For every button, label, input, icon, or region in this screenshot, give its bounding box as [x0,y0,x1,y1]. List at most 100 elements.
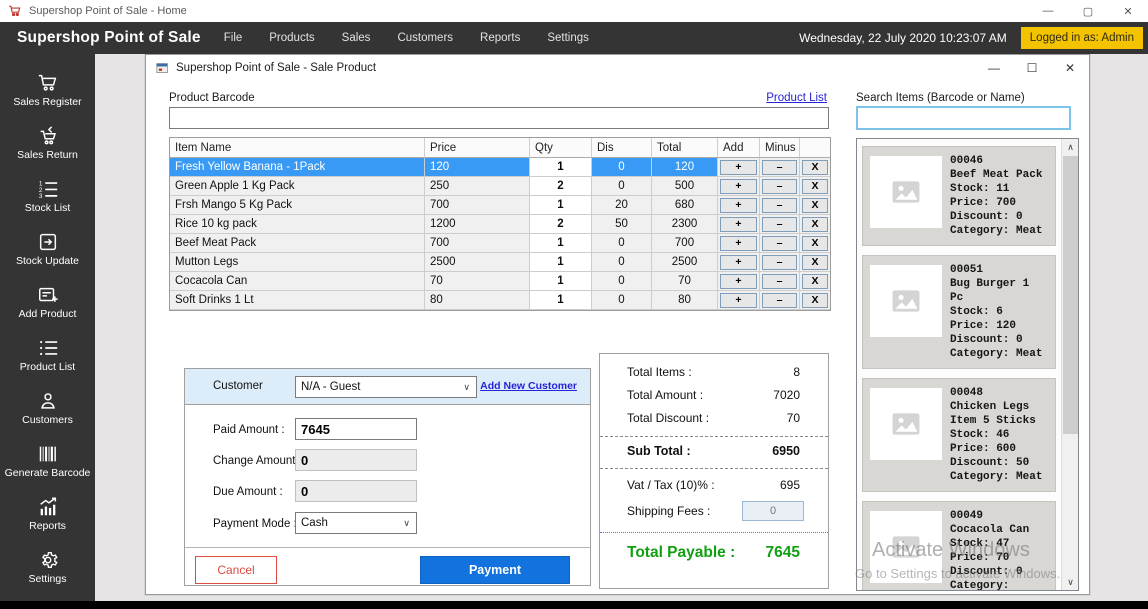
paid-amount-input[interactable] [295,418,417,440]
menu-item[interactable]: Reports [480,32,520,44]
sale-minimize-button[interactable]: — [975,55,1013,81]
table-row[interactable]: Frsh Mango 5 Kg Pack 700 1 20 680 + – X [170,196,830,215]
scroll-down-icon[interactable]: ∨ [1062,574,1079,590]
qty-cell[interactable]: 1 [530,291,592,310]
cancel-button[interactable]: Cancel [195,556,277,584]
minimize-button[interactable]: — [1028,0,1068,22]
sidebar-item-reports[interactable]: Reports [0,487,95,540]
remove-item-button[interactable]: X [802,179,828,194]
sidebar-item-sales-register[interactable]: Sales Register [0,63,95,116]
table-row[interactable]: Cocacola Can 70 1 0 70 + – X [170,272,830,291]
sale-maximize-button[interactable]: ☐ [1013,55,1051,81]
add-qty-button[interactable]: + [720,293,757,308]
scroll-up-icon[interactable]: ∧ [1062,139,1079,155]
menu-item[interactable]: File [224,32,243,44]
remove-item-button[interactable]: X [802,160,828,175]
total-cell: 70 [652,272,718,291]
bullet-list-icon [37,337,59,359]
list-scrollbar[interactable]: ∧ ∨ [1061,139,1078,590]
close-button[interactable]: ✕ [1108,0,1148,22]
add-qty-button[interactable]: + [720,274,757,289]
table-row[interactable]: Green Apple 1 Kg Pack 250 2 0 500 + – X [170,177,830,196]
vat-tax-label: Vat / Tax (10)% : [627,478,715,492]
window-title: Supershop Point of Sale - Home [29,5,187,17]
sale-window-titlebar: Supershop Point of Sale - Sale Product —… [146,55,1089,81]
payment-panel: Customer N/A - Guest ∨ Add New Customer … [184,368,591,586]
qty-cell[interactable]: 1 [530,234,592,253]
minus-qty-button[interactable]: – [762,274,797,289]
minus-qty-button[interactable]: – [762,160,797,175]
add-qty-button[interactable]: + [720,217,757,232]
minus-qty-button[interactable]: – [762,255,797,270]
remove-item-button[interactable]: X [802,293,828,308]
remove-item-button[interactable]: X [802,274,828,289]
qty-cell[interactable]: 1 [530,196,592,215]
qty-cell[interactable]: 1 [530,272,592,291]
sidebar-item-stock-list[interactable]: 123 Stock List [0,169,95,222]
table-row[interactable]: Beef Meat Pack 700 1 0 700 + – X [170,234,830,253]
image-placeholder-icon [889,175,923,209]
shipping-fees-input[interactable] [742,501,804,521]
product-card[interactable]: 00048 Chicken Legs Item 5 Sticks Stock: … [862,378,1056,492]
sidebar-item-customers[interactable]: Customers [0,381,95,434]
sidebar-item-settings[interactable]: Settings [0,540,95,593]
product-card[interactable]: 00049 Cocacola Can Stock: 47 Price: 70 D… [862,501,1056,591]
search-items-input[interactable] [856,106,1071,130]
datetime-text: Wednesday, 22 July 2020 10:23:07 AM [799,31,1007,45]
item-name-cell: Frsh Mango 5 Kg Pack [170,196,425,215]
sidebar-item-sales-return[interactable]: Sales Return [0,116,95,169]
remove-item-button[interactable]: X [802,198,828,213]
logged-in-admin-button[interactable]: Logged in as: Admin [1021,27,1143,49]
qty-cell[interactable]: 1 [530,253,592,272]
sidebar-item-stock-update[interactable]: Stock Update [0,222,95,275]
menu-item[interactable]: Products [269,32,314,44]
product-list-link[interactable]: Product List [766,92,827,104]
add-new-customer-link[interactable]: Add New Customer [480,380,577,392]
add-qty-button[interactable]: + [720,236,757,251]
menu-item[interactable]: Settings [547,32,589,44]
os-window-titlebar: Supershop Point of Sale - Home — ▢ ✕ [0,0,1148,22]
menu-item[interactable]: Sales [342,32,371,44]
item-name-cell: Rice 10 kg pack [170,215,425,234]
qty-cell[interactable]: 2 [530,177,592,196]
table-row[interactable]: Soft Drinks 1 Lt 80 1 0 80 + – X [170,291,830,310]
payment-button[interactable]: Payment [420,556,570,584]
minus-qty-button[interactable]: – [762,179,797,194]
add-qty-button[interactable]: + [720,255,757,270]
product-image-placeholder [870,511,942,583]
minus-qty-button[interactable]: – [762,217,797,232]
minus-qty-button[interactable]: – [762,236,797,251]
sidebar-item-add-product[interactable]: Add Product [0,275,95,328]
payment-mode-select[interactable]: Cash ∨ [295,512,417,534]
menu-item[interactable]: Customers [397,32,453,44]
qty-cell[interactable]: 1 [530,158,592,177]
minus-qty-button[interactable]: – [762,198,797,213]
qty-cell[interactable]: 2 [530,215,592,234]
discount-cell: 0 [592,177,652,196]
product-card[interactable]: 00051 Bug Burger 1 Pc Stock: 6 Price: 12… [862,255,1056,369]
product-card[interactable]: 00046 Beef Meat Pack Stock: 11 Price: 70… [862,146,1056,246]
table-row[interactable]: Fresh Yellow Banana - 1Pack 120 1 0 120 … [170,158,830,177]
divider [600,436,828,437]
product-name: Beef Meat Pack [950,168,1048,182]
scrollbar-thumb[interactable] [1063,156,1078,434]
item-name-cell: Green Apple 1 Kg Pack [170,177,425,196]
discount-cell: 20 [592,196,652,215]
remove-item-button[interactable]: X [802,236,828,251]
form-plus-icon [37,284,59,306]
price-cell: 80 [425,291,530,310]
add-qty-button[interactable]: + [720,179,757,194]
minus-qty-button[interactable]: – [762,293,797,308]
customer-select[interactable]: N/A - Guest ∨ [295,376,477,398]
sale-close-button[interactable]: ✕ [1051,55,1089,81]
sidebar-item-product-list[interactable]: Product List [0,328,95,381]
remove-item-button[interactable]: X [802,217,828,232]
remove-item-button[interactable]: X [802,255,828,270]
maximize-button[interactable]: ▢ [1068,0,1108,22]
table-row[interactable]: Rice 10 kg pack 1200 2 50 2300 + – X [170,215,830,234]
product-barcode-input[interactable] [169,107,829,129]
add-qty-button[interactable]: + [720,198,757,213]
sidebar-item-generate-barcode[interactable]: Generate Barcode [0,434,95,487]
table-row[interactable]: Mutton Legs 2500 1 0 2500 + – X [170,253,830,272]
add-qty-button[interactable]: + [720,160,757,175]
